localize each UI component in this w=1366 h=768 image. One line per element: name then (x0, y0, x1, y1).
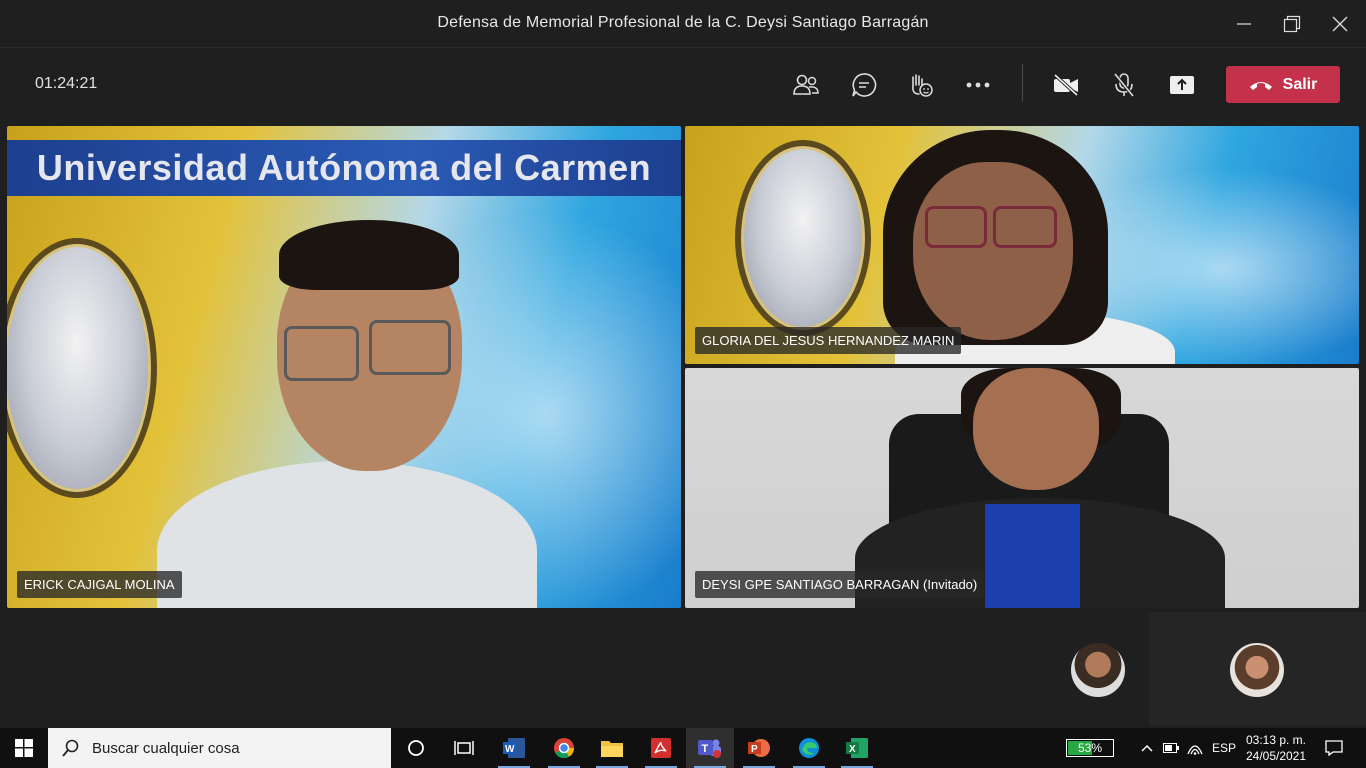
restore-icon (1283, 15, 1301, 33)
power-status-button[interactable] (1160, 728, 1182, 768)
share-icon (1170, 76, 1194, 94)
participant-name-deysi: DEYSI GPE SANTIAGO BARRAGAN (Invitado) (695, 571, 985, 598)
teams-icon: T (698, 739, 721, 758)
word-icon: W (503, 738, 525, 758)
mic-toggle-button[interactable] (1104, 66, 1144, 104)
search-placeholder: Buscar cualquier cosa (92, 739, 240, 757)
clock-date: 24/05/2021 (1245, 749, 1307, 763)
acrobat-icon (651, 738, 671, 758)
more-icon (966, 82, 990, 88)
camera-toggle-button[interactable] (1046, 66, 1086, 104)
show-hidden-icons-button[interactable] (1136, 728, 1158, 768)
folder-icon (601, 741, 623, 757)
restore-button[interactable] (1268, 0, 1316, 48)
meeting-toolbar: 01:24:21 Salir (0, 48, 1366, 122)
cortana-icon (408, 740, 424, 756)
share-screen-button[interactable] (1162, 66, 1202, 104)
video-stage: Universidad Autónoma del Carmen ERICK CA… (0, 122, 1366, 726)
virtual-background-banner: Universidad Autónoma del Carmen (7, 140, 681, 196)
video-tile-deysi[interactable]: DEYSI GPE SANTIAGO BARRAGAN (Invitado) (685, 368, 1359, 608)
taskbar-app-word[interactable]: W (490, 728, 538, 768)
leave-label: Salir (1282, 75, 1318, 93)
notifications-button[interactable] (1318, 728, 1350, 768)
camera-off-icon (1053, 74, 1079, 96)
video-tile-erick[interactable]: Universidad Autónoma del Carmen ERICK CA… (7, 126, 681, 608)
participant-avatar[interactable] (1230, 643, 1284, 697)
title-bar: Defensa de Memorial Profesional de la C.… (0, 0, 1366, 48)
participant-name-erick: ERICK CAJIGAL MOLINA (17, 571, 182, 598)
chat-button[interactable] (844, 66, 884, 104)
toolbar-divider (1022, 64, 1023, 102)
taskbar-app-chrome[interactable] (540, 728, 588, 768)
hang-up-icon (1249, 81, 1272, 90)
wifi-icon (1187, 745, 1203, 755)
cortana-button[interactable] (392, 728, 440, 768)
meeting-timer: 01:24:21 (35, 75, 98, 92)
windows-taskbar: Buscar cualquier cosa W T P X 53% ESP 03… (0, 728, 1366, 768)
raise-hand-icon (912, 74, 933, 97)
taskbar-app-excel[interactable]: X (833, 728, 881, 768)
chevron-up-icon (1141, 744, 1153, 752)
taskbar-app-acrobat[interactable] (637, 728, 685, 768)
minimize-icon (1237, 23, 1251, 25)
svg-text:T: T (702, 743, 709, 755)
reactions-button[interactable] (901, 66, 941, 104)
minimize-button[interactable] (1220, 0, 1268, 48)
taskbar-search-box[interactable]: Buscar cualquier cosa (48, 728, 391, 768)
task-view-icon (454, 741, 474, 755)
battery-icon: 53% (1066, 739, 1114, 757)
participants-button[interactable] (786, 66, 826, 104)
language-indicator: ESP (1211, 741, 1236, 755)
taskbar-app-teams[interactable]: T (686, 728, 734, 768)
chrome-icon (554, 738, 575, 759)
windows-logo-icon (15, 739, 33, 757)
taskbar-app-edge[interactable] (785, 728, 833, 768)
start-button[interactable] (0, 728, 48, 768)
svg-text:X: X (849, 744, 856, 755)
chat-icon (852, 73, 877, 97)
battery-indicator[interactable]: 53% (1062, 728, 1118, 768)
more-options-button[interactable] (958, 66, 998, 104)
leave-button[interactable]: Salir (1226, 66, 1340, 103)
svg-text:P: P (751, 744, 758, 755)
powerpoint-icon: P (748, 739, 770, 757)
battery-small-icon (1163, 743, 1179, 753)
clock-button[interactable]: 03:13 p. m. 24/05/2021 (1240, 728, 1312, 768)
edge-icon (799, 738, 819, 758)
task-view-button[interactable] (440, 728, 488, 768)
mic-off-icon (1113, 72, 1135, 98)
network-button[interactable] (1184, 728, 1206, 768)
window-title: Defensa de Memorial Profesional de la C.… (437, 14, 929, 31)
excel-icon: X (846, 738, 868, 758)
svg-text:W: W (505, 744, 515, 755)
taskbar-app-powerpoint[interactable]: P (735, 728, 783, 768)
input-language-button[interactable]: ESP (1208, 728, 1240, 768)
close-icon (1332, 16, 1348, 32)
people-icon (793, 74, 819, 95)
search-icon (62, 739, 79, 757)
participant-avatar[interactable] (1071, 643, 1125, 697)
taskbar-app-file-explorer[interactable] (588, 728, 636, 768)
notification-icon (1325, 740, 1343, 756)
battery-percent: 53% (1077, 741, 1103, 755)
participant-name-gloria: GLORIA DEL JESUS HERNANDEZ MARIN (695, 327, 962, 354)
clock-time: 03:13 p. m. (1245, 733, 1307, 747)
university-seal-image (735, 140, 871, 336)
close-button[interactable] (1316, 0, 1364, 48)
video-tile-gloria[interactable]: GLORIA DEL JESUS HERNANDEZ MARIN (685, 126, 1359, 364)
university-seal-image (7, 238, 157, 498)
